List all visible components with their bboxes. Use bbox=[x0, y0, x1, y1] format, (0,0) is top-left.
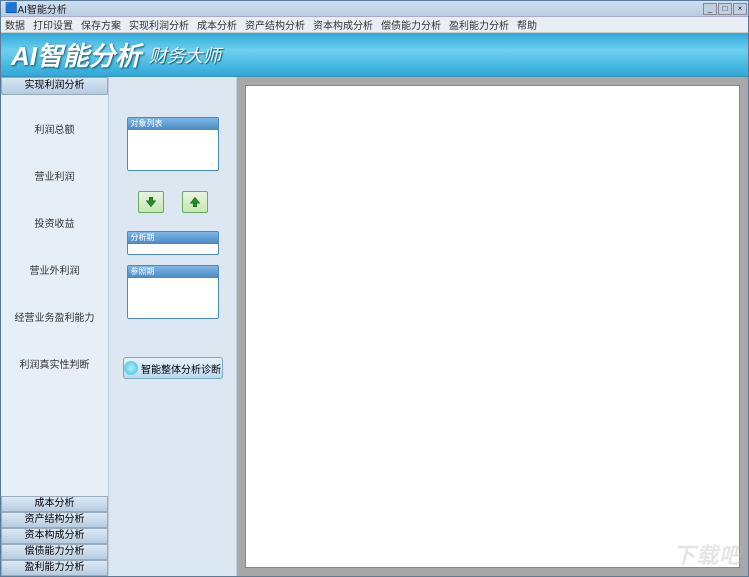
banner: AI智能分析 财务大师 bbox=[1, 33, 748, 77]
close-button[interactable]: × bbox=[733, 3, 747, 15]
banner-logo: AI智能分析 bbox=[11, 36, 141, 73]
control-panel: 对象列表 分析期 参照期 智能整体分析诊断 bbox=[109, 77, 237, 576]
sidebar-header-button[interactable]: 实现利润分析 bbox=[1, 77, 108, 95]
titlebar-icon: 🟦 bbox=[5, 3, 17, 14]
bottom-tab-earning[interactable]: 盈利能力分析 bbox=[1, 560, 108, 576]
menu-help[interactable]: 帮助 bbox=[517, 17, 537, 32]
bottom-tab-cost[interactable]: 成本分析 bbox=[1, 496, 108, 512]
sidebar-item-biz-ability[interactable]: 经营业务盈利能力 bbox=[15, 309, 95, 324]
menubar: 数据 打印设置 保存方案 实现利润分析 成本分析 资产结构分析 资本构成分析 偿… bbox=[1, 17, 748, 33]
menu-capital[interactable]: 资本构成分析 bbox=[313, 17, 373, 32]
analyze-icon bbox=[124, 361, 138, 375]
menu-print[interactable]: 打印设置 bbox=[33, 17, 73, 32]
blank-page bbox=[245, 85, 740, 568]
analyze-button-label: 智能整体分析诊断 bbox=[141, 361, 221, 376]
object-list-box[interactable]: 对象列表 bbox=[127, 117, 219, 171]
app-window: 🟦 AI智能分析 _ □ × 数据 打印设置 保存方案 实现利润分析 成本分析 … bbox=[0, 0, 749, 577]
analyze-button[interactable]: 智能整体分析诊断 bbox=[123, 357, 223, 379]
arrow-up-button[interactable] bbox=[182, 191, 208, 213]
document-area bbox=[237, 77, 748, 576]
sidebar-item-total-profit[interactable]: 利润总额 bbox=[35, 121, 75, 136]
sidebar-item-investment[interactable]: 投资收益 bbox=[35, 215, 75, 230]
sidebar-item-profit-auth[interactable]: 利润真实性判断 bbox=[20, 356, 90, 371]
arrow-up-icon bbox=[188, 195, 202, 209]
minimize-button[interactable]: _ bbox=[703, 3, 717, 15]
object-list-label: 对象列表 bbox=[128, 118, 218, 130]
reference-period-box[interactable]: 参照期 bbox=[127, 265, 219, 319]
arrow-down-button[interactable] bbox=[138, 191, 164, 213]
menu-profit[interactable]: 实现利润分析 bbox=[129, 17, 189, 32]
reference-period-label: 参照期 bbox=[128, 266, 218, 278]
window-title: AI智能分析 bbox=[17, 1, 66, 16]
menu-debt[interactable]: 偿债能力分析 bbox=[381, 17, 441, 32]
sidebar-item-operating-profit[interactable]: 营业利润 bbox=[35, 168, 75, 183]
analysis-period-label: 分析期 bbox=[128, 232, 218, 244]
banner-subtitle: 财务大师 bbox=[149, 42, 221, 68]
bottom-tab-capital[interactable]: 资本构成分析 bbox=[1, 528, 108, 544]
bottom-tab-asset[interactable]: 资产结构分析 bbox=[1, 512, 108, 528]
titlebar: 🟦 AI智能分析 _ □ × bbox=[1, 1, 748, 17]
menu-asset[interactable]: 资产结构分析 bbox=[245, 17, 305, 32]
sidebar-item-nonop-profit[interactable]: 营业外利润 bbox=[30, 262, 80, 277]
menu-save[interactable]: 保存方案 bbox=[81, 17, 121, 32]
menu-data[interactable]: 数据 bbox=[5, 17, 25, 32]
menu-cost[interactable]: 成本分析 bbox=[197, 17, 237, 32]
maximize-button[interactable]: □ bbox=[718, 3, 732, 15]
analysis-period-box[interactable]: 分析期 bbox=[127, 231, 219, 255]
arrow-down-icon bbox=[144, 195, 158, 209]
menu-earning[interactable]: 盈利能力分析 bbox=[449, 17, 509, 32]
bottom-tab-debt[interactable]: 偿债能力分析 bbox=[1, 544, 108, 560]
sidebar: 实现利润分析 利润总额 营业利润 投资收益 营业外利润 经营业务盈利能力 利润真… bbox=[1, 77, 109, 576]
